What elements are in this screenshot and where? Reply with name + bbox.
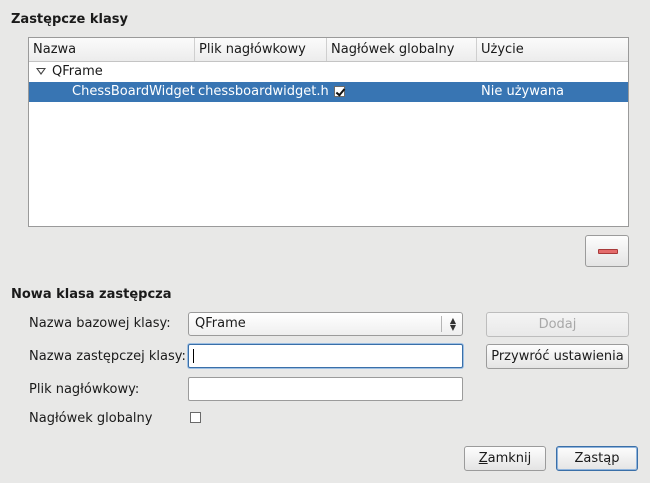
- remove-button[interactable]: [585, 235, 629, 267]
- reset-button[interactable]: Przywróć ustawienia: [486, 344, 629, 369]
- group-base-class: QFrame: [52, 64, 103, 79]
- header-file-label: Plik nagłówkowy:: [29, 382, 140, 397]
- base-class-value: QFrame: [195, 316, 246, 331]
- combo-separator: [441, 316, 442, 332]
- tree-group-row[interactable]: QFrame: [29, 62, 628, 82]
- column-header-header-file[interactable]: Plik nagłówkowy: [195, 38, 327, 61]
- base-class-combobox[interactable]: QFrame ▲ ▼: [188, 312, 463, 336]
- row-header-file: chessboardwidget.h: [198, 84, 329, 99]
- close-button[interactable]: Zamknij: [464, 446, 546, 471]
- column-header-usage[interactable]: Użycie: [477, 38, 629, 61]
- promote-button[interactable]: Zastąp: [556, 446, 638, 471]
- global-include-checkbox[interactable]: [190, 412, 201, 423]
- promoted-classes-table[interactable]: Nazwa Plik nagłówkowy Nagłówek globalny …: [28, 37, 629, 227]
- base-class-label: Nazwa bazowej klasy:: [29, 316, 171, 331]
- table-header: Nazwa Plik nagłówkowy Nagłówek globalny …: [29, 38, 628, 62]
- promoted-classes-title: Zastępcze klasy: [11, 12, 128, 27]
- close-label-rest: amknij: [487, 451, 532, 466]
- column-header-name[interactable]: Nazwa: [29, 38, 195, 61]
- row-usage: Nie używana: [481, 84, 565, 99]
- row-global-include-checkbox[interactable]: [334, 86, 345, 97]
- row-class-name: ChessBoardWidget: [72, 84, 195, 99]
- add-button[interactable]: Dodaj: [486, 312, 629, 337]
- text-caret: [193, 349, 194, 363]
- close-mnemonic: Z: [478, 451, 488, 466]
- promoted-class-label: Nazwa zastępczej klasy:: [29, 349, 186, 364]
- header-file-input[interactable]: [188, 377, 463, 401]
- minus-icon: [598, 249, 618, 254]
- column-header-global-include[interactable]: Nagłówek globalny: [327, 38, 477, 61]
- collapse-triangle-icon[interactable]: [36, 68, 46, 75]
- table-row[interactable]: ChessBoardWidget chessboardwidget.h Nie …: [29, 82, 628, 102]
- promoted-class-input[interactable]: [188, 344, 463, 368]
- global-include-label: Nagłówek globalny: [29, 411, 153, 426]
- updown-chevron-icon: ▲ ▼: [449, 316, 456, 332]
- new-promoted-class-title: Nowa klasa zastępcza: [11, 287, 172, 302]
